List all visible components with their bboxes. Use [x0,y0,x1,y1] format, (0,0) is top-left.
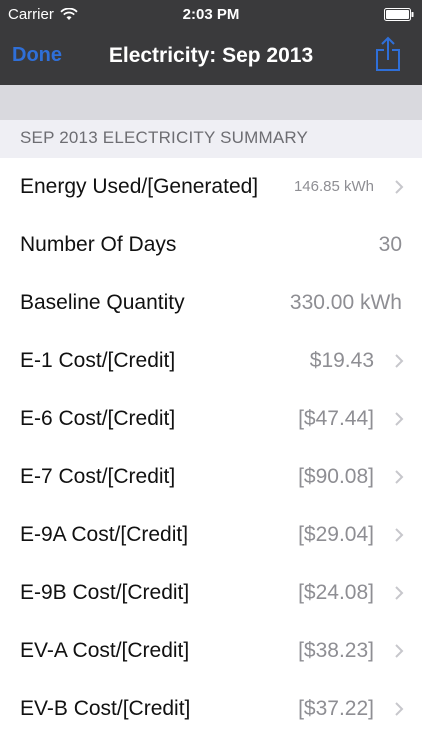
row-value: 330.00 kWh [289,291,402,314]
chevron-right-icon [395,354,404,368]
row-value: [$90.08] [298,465,374,488]
chevron-right-icon [395,702,404,716]
chevron-right-icon [395,528,404,542]
chevron-right-icon [395,470,404,484]
section-header: SEP 2013 ELECTRICITY SUMMARY [0,120,422,158]
list-item-e7-cost[interactable]: E-7 Cost/[Credit] [$90.08] [0,448,422,506]
list-item-energy-used[interactable]: Energy Used/[Generated] 146.85 kWh [0,158,422,216]
chevron-right-icon [395,412,404,426]
row-label: EV-A Cost/[Credit] [20,639,190,662]
status-bar: Carrier 2:03 PM [0,0,422,30]
top-bar: Carrier 2:03 PM Done Electricity: Sep 20… [0,0,422,85]
page-title: Electricity: Sep 2013 [108,44,314,67]
list-item-e1-cost[interactable]: E-1 Cost/[Credit] $19.43 [0,332,422,390]
row-label: Number Of Days [20,233,177,256]
list-item-evb-cost[interactable]: EV-B Cost/[Credit] [$37.22] [0,680,422,738]
row-label: E-7 Cost/[Credit] [20,465,176,488]
row-value: [$24.08] [298,581,374,604]
list-item-baseline-quantity: Baseline Quantity 330.00 kWh [0,274,422,332]
row-label: EV-B Cost/[Credit] [20,697,191,720]
summary-list: Energy Used/[Generated] 146.85 kWh Numbe… [0,158,422,738]
chevron-right-icon [395,180,404,194]
list-item-e9a-cost[interactable]: E-9A Cost/[Credit] [$29.04] [0,506,422,564]
chevron-right-icon [395,586,404,600]
table-top-gap [0,85,422,120]
row-label: E-9B Cost/[Credit] [20,581,190,604]
row-value: 30 [378,233,402,256]
navigation-bar: Done Electricity: Sep 2013 [0,30,422,85]
status-time: 2:03 PM [182,6,240,23]
list-item-e6-cost[interactable]: E-6 Cost/[Credit] [$47.44] [0,390,422,448]
chevron-right-icon [395,644,404,658]
row-value: [$37.22] [298,697,374,720]
share-icon[interactable] [374,36,402,72]
row-label: Energy Used/[Generated] [20,175,259,198]
list-item-e9b-cost[interactable]: E-9B Cost/[Credit] [$24.08] [0,564,422,622]
row-label: E-1 Cost/[Credit] [20,349,176,372]
list-item-eva-cost[interactable]: EV-A Cost/[Credit] [$38.23] [0,622,422,680]
row-value: $19.43 [309,349,374,372]
row-value: [$29.04] [298,523,374,546]
battery-icon [384,8,414,21]
row-value: 146.85 kWh [293,178,374,195]
row-label: Baseline Quantity [20,291,185,314]
row-label: E-9A Cost/[Credit] [20,523,189,546]
row-value: [$47.44] [298,407,374,430]
row-value: [$38.23] [298,639,374,662]
list-item-number-of-days: Number Of Days 30 [0,216,422,274]
row-label: E-6 Cost/[Credit] [20,407,176,430]
